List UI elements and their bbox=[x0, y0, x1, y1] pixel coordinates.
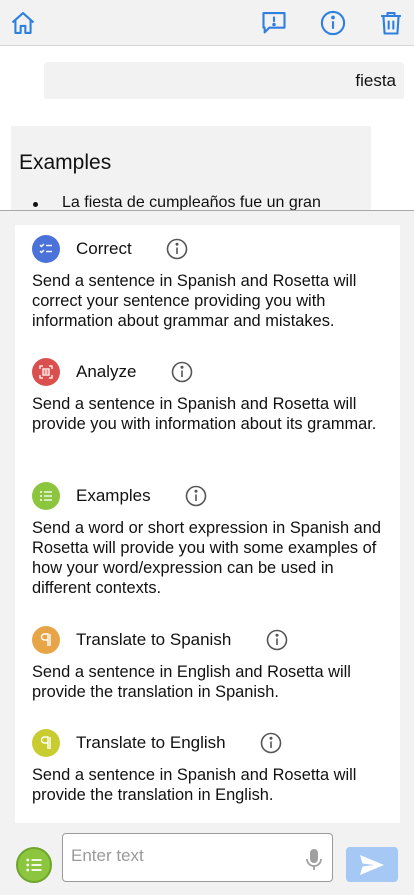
chat-area: fiesta Examples La fiesta de cumpleaños … bbox=[0, 46, 414, 210]
mode-correct[interactable]: Correct Send a sentence in Spanish and R… bbox=[32, 235, 392, 331]
analyze-icon bbox=[32, 358, 60, 386]
info-icon[interactable] bbox=[184, 484, 208, 508]
home-icon[interactable] bbox=[8, 8, 38, 38]
bot-message-list-item: La fiesta de cumpleaños fue un gran bbox=[33, 194, 353, 210]
mode-list-card: Correct Send a sentence in Spanish and R… bbox=[15, 225, 400, 824]
paragraph-icon bbox=[32, 626, 60, 654]
send-icon bbox=[360, 854, 384, 875]
list-icon bbox=[32, 482, 60, 510]
checklist-icon bbox=[32, 235, 60, 263]
message-input[interactable] bbox=[71, 844, 291, 868]
list-icon bbox=[26, 858, 42, 872]
mode-title: Translate to Spanish bbox=[76, 630, 232, 649]
mode-description: Send a sentence in Spanish and Rosetta w… bbox=[32, 766, 357, 804]
info-icon[interactable] bbox=[259, 731, 283, 755]
mode-description: Send a word or short expression in Spani… bbox=[32, 519, 381, 597]
top-bar bbox=[0, 0, 414, 46]
mode-description: Send a sentence in Spanish and Rosetta w… bbox=[32, 395, 377, 433]
bot-message-item-text: La fiesta de cumpleaños fue un gran bbox=[62, 194, 321, 210]
info-icon[interactable] bbox=[170, 360, 194, 384]
message-input-wrapper bbox=[62, 833, 333, 882]
mode-title: Translate to English bbox=[76, 733, 226, 752]
mode-analyze[interactable]: Analyze Send a sentence in Spanish and R… bbox=[32, 358, 392, 434]
mode-selector-sheet: Correct Send a sentence in Spanish and R… bbox=[0, 210, 414, 824]
mode-translate-to-spanish[interactable]: Translate to Spanish Send a sentence in … bbox=[32, 626, 392, 702]
mode-title: Correct bbox=[76, 239, 132, 258]
info-icon[interactable] bbox=[165, 237, 189, 261]
user-message-bubble: fiesta bbox=[44, 62, 404, 99]
feedback-icon[interactable] bbox=[259, 8, 289, 38]
send-button[interactable] bbox=[346, 847, 398, 882]
composer-bar bbox=[0, 823, 414, 895]
microphone-icon[interactable] bbox=[304, 848, 324, 872]
mode-examples[interactable]: Examples Send a word or short expression… bbox=[32, 482, 392, 598]
user-message-text: fiesta bbox=[355, 71, 396, 90]
mode-translate-to-english[interactable]: Translate to English Send a sentence in … bbox=[32, 729, 392, 805]
info-icon[interactable] bbox=[265, 628, 289, 652]
bot-message-heading: Examples bbox=[19, 151, 112, 174]
mode-title: Analyze bbox=[76, 362, 137, 381]
paragraph-icon bbox=[32, 729, 60, 757]
mode-description: Send a sentence in Spanish and Rosetta w… bbox=[32, 272, 357, 330]
info-icon[interactable] bbox=[318, 8, 348, 38]
mode-menu-button[interactable] bbox=[16, 847, 52, 883]
mode-description: Send a sentence in English and Rosetta w… bbox=[32, 663, 351, 701]
mode-title: Examples bbox=[76, 486, 151, 505]
bot-message-bubble: Examples La fiesta de cumpleaños fue un … bbox=[11, 126, 371, 210]
trash-icon[interactable] bbox=[376, 8, 406, 38]
